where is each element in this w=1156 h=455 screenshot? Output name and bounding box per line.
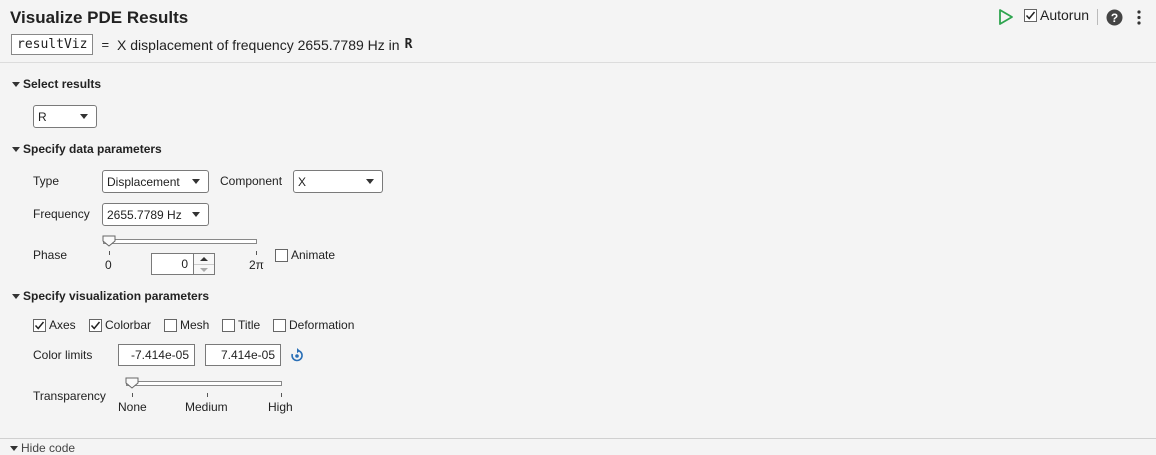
deformation-checkbox[interactable]: Deformation — [273, 318, 354, 332]
phase-label: Phase — [33, 248, 68, 262]
hide-code-label: Hide code — [21, 441, 76, 455]
transparency-label: Transparency — [33, 389, 106, 403]
animate-label: Animate — [291, 248, 336, 262]
header-separator — [0, 62, 1156, 63]
phase-slider-thumb[interactable] — [102, 235, 116, 247]
section-heading: Specify visualization parameters — [23, 289, 210, 303]
phase-slider-track[interactable] — [103, 239, 257, 244]
phase-max-label: 2π — [249, 258, 264, 272]
svg-text:?: ? — [1111, 11, 1118, 25]
source-variable: R — [404, 37, 413, 52]
colorbar-label: Colorbar — [105, 318, 152, 332]
section-visualization-parameters[interactable]: Specify visualization parameters — [12, 289, 209, 303]
more-options-icon[interactable] — [1134, 9, 1144, 26]
autorun-label: Autorun — [1040, 7, 1090, 23]
mesh-label: Mesh — [180, 318, 210, 332]
chevron-down-icon — [80, 114, 88, 119]
component-dropdown-value: X — [298, 174, 307, 189]
phase-min-label: 0 — [105, 258, 112, 272]
transparency-medium-label: Medium — [185, 400, 228, 414]
title-checkbox[interactable]: Title — [222, 318, 260, 332]
section-heading: Select results — [23, 77, 102, 91]
color-limit-max-input[interactable]: 7.414e-05 — [205, 344, 281, 366]
deformation-label: Deformation — [289, 318, 355, 332]
run-icon[interactable] — [998, 8, 1014, 26]
transparency-tick-medium — [207, 393, 208, 397]
collapse-caret-icon[interactable] — [12, 293, 20, 299]
collapse-caret-icon[interactable] — [12, 146, 20, 152]
transparency-tick-none — [132, 393, 133, 397]
transparency-none-label: None — [118, 400, 147, 414]
output-variable-field[interactable]: resultViz — [11, 34, 94, 55]
transparency-slider-track[interactable] — [126, 381, 282, 386]
component-label: Component — [220, 174, 283, 188]
phase-tick-min — [109, 251, 110, 255]
color-limits-label: Color limits — [33, 348, 93, 362]
animate-checkbox[interactable]: Animate — [275, 248, 335, 262]
section-data-parameters[interactable]: Specify data parameters — [12, 142, 162, 156]
component-dropdown[interactable]: X — [293, 170, 383, 193]
colorbar-checkbox[interactable]: Colorbar — [89, 318, 151, 332]
autorun-check-icon[interactable] — [1024, 8, 1037, 22]
equals-sign: = — [101, 37, 110, 52]
frequency-dropdown-value: 2655.7789 Hz — [107, 207, 182, 222]
type-label: Type — [33, 174, 60, 188]
axes-checkbox[interactable]: Axes — [33, 318, 76, 332]
assignment-row: resultViz = X displacement of frequency … — [11, 34, 412, 55]
phase-tick-max — [256, 251, 257, 255]
axes-check-icon[interactable] — [33, 318, 46, 332]
phase-spinner[interactable] — [193, 253, 215, 275]
color-limit-min-input[interactable]: -7.414e-05 — [118, 344, 195, 366]
type-dropdown[interactable]: Displacement — [102, 170, 209, 193]
title-label: Title — [238, 318, 261, 332]
collapse-caret-icon[interactable] — [12, 81, 20, 87]
section-select-results[interactable]: Select results — [12, 77, 101, 91]
mesh-checkbox[interactable]: Mesh — [164, 318, 209, 332]
transparency-high-label: High — [268, 400, 293, 414]
frequency-label: Frequency — [33, 207, 90, 221]
colorbar-check-icon[interactable] — [89, 318, 102, 332]
toolbar-divider — [1097, 9, 1098, 25]
mesh-check-box[interactable] — [164, 318, 177, 332]
animate-check-box[interactable] — [275, 248, 288, 262]
chevron-down-icon — [192, 179, 200, 184]
collapse-caret-icon[interactable] — [10, 445, 18, 451]
page-title: Visualize PDE Results — [10, 8, 189, 27]
refresh-icon[interactable] — [290, 348, 304, 363]
spin-down-icon — [200, 268, 208, 272]
spin-up-icon — [200, 257, 208, 261]
section-heading: Specify data parameters — [23, 142, 162, 156]
task-description: X displacement of frequency 2655.7789 Hz… — [117, 36, 400, 53]
help-icon[interactable]: ? — [1106, 9, 1123, 26]
frequency-dropdown[interactable]: 2655.7789 Hz — [102, 203, 209, 226]
autorun-checkbox[interactable]: Autorun — [1024, 7, 1089, 23]
transparency-slider-thumb[interactable] — [125, 377, 139, 389]
results-dropdown-value: R — [38, 109, 47, 124]
chevron-down-icon — [366, 179, 374, 184]
transparency-tick-high — [281, 393, 282, 397]
increment-button[interactable] — [194, 254, 214, 264]
results-dropdown[interactable]: R — [33, 105, 97, 128]
type-dropdown-value: Displacement — [107, 174, 180, 189]
decrement-button[interactable] — [194, 265, 214, 275]
footer-separator — [0, 438, 1156, 439]
axes-label: Axes — [49, 318, 76, 332]
hide-code-toggle[interactable]: Hide code — [10, 441, 75, 455]
phase-value-input[interactable]: 0 — [151, 253, 194, 275]
chevron-down-icon — [192, 212, 200, 217]
deformation-check-box[interactable] — [273, 318, 286, 332]
title-check-box[interactable] — [222, 318, 235, 332]
